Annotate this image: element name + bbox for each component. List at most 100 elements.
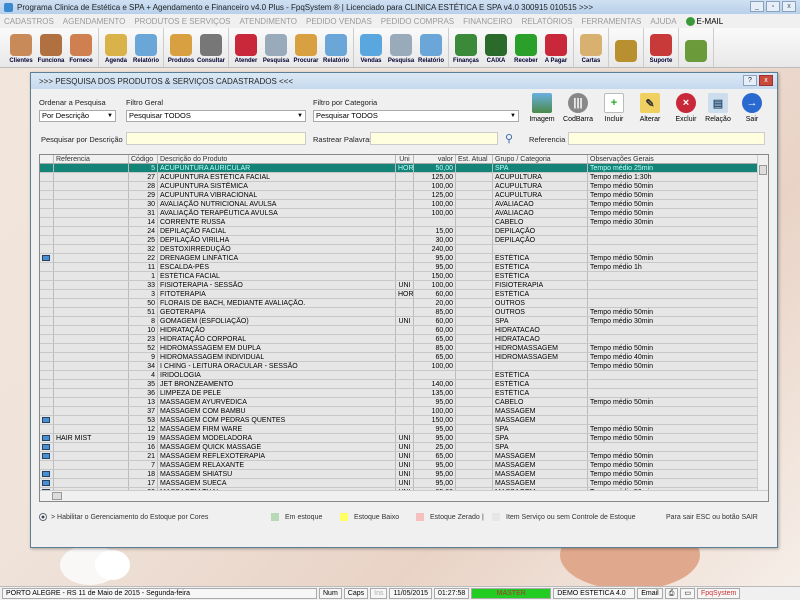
toolbar-button[interactable]: Vendas — [356, 28, 386, 67]
table-row[interactable]: HAIR MIST 19 MASSAGEM MODELADORA UNI 95,00 SP… — [40, 434, 768, 443]
table-row[interactable]: 25 DEPILAÇÃO VIRILHA 30,00 DEPILAÇÃO — [40, 236, 768, 245]
order-select[interactable]: Por Descrição ▼ — [39, 110, 116, 122]
table-row[interactable]: 16 MASSAGEM QUICK MASSAGE UNI 25,00 SPA — [40, 443, 768, 452]
table-row[interactable]: 32 DESTOXIRREDUÇÃO 240,00 — [40, 245, 768, 254]
menu-item[interactable]: PRODUTOS E SERVIÇOS — [134, 17, 230, 26]
toolbar-button[interactable]: Fornece — [66, 28, 96, 67]
column-header[interactable]: Grupo / Categoria — [493, 155, 588, 163]
toolbar-button[interactable]: Relatório — [416, 28, 446, 67]
toolbar-button[interactable]: Relatório — [321, 28, 351, 67]
toolbar-button[interactable]: Pesquisa — [386, 28, 416, 67]
table-row[interactable]: 34 I CHING - LEITURA ORACULAR - SESSÃO 100… — [40, 362, 768, 371]
toolbar-button[interactable]: Consultar — [196, 28, 226, 67]
menu-item-email[interactable]: E-MAIL — [685, 16, 723, 26]
table-row[interactable]: 53 MASSAGEM COM PEDRAS QUENTES 150,00 MASSA… — [40, 416, 768, 425]
stock-colors-toggle[interactable]: > Habilitar o Gerenciamento do Estoque p… — [51, 514, 271, 521]
filter-select[interactable]: Pesquisar TODOS ▼ — [126, 110, 306, 122]
search-desc-input[interactable] — [126, 132, 306, 145]
table-row[interactable]: 37 MASSAGEM COM BAMBU 100,00 MASSAGEM — [40, 407, 768, 416]
column-header[interactable]: Observações Gerais — [588, 155, 758, 163]
table-row[interactable]: 3 FITOTERAPIA HOR 60,00 ESTÉTICA — [40, 290, 768, 299]
network-icon[interactable]: ▭ — [680, 588, 695, 599]
table-row[interactable]: 4 IRIDOLOGIA ESTÉTICA — [40, 371, 768, 380]
table-row[interactable]: 33 FISIOTERAPIA - SESSÃO UNI 100,00 FISIOTER… — [40, 281, 768, 290]
menu-item[interactable]: PEDIDO VENDAS — [306, 17, 372, 26]
table-row[interactable]: 7 MASSAGEM RELAXANTE UNI 95,00 MASSAGEM Tempo… — [40, 461, 768, 470]
table-row[interactable]: 52 HIDROMASSAGEM EM DUPLA 85,00 HIDROMASSAG… — [40, 344, 768, 353]
toolbar-button[interactable] — [681, 28, 711, 67]
table-row[interactable]: 14 CORRENTE RUSSA CABELO Tempo médio 30min — [40, 218, 768, 227]
menu-item[interactable]: PEDIDO COMPRAS — [381, 17, 454, 26]
category-select[interactable]: Pesquisar TODOS ▼ — [313, 110, 519, 122]
toolbar-button[interactable]: Procurar — [291, 28, 321, 67]
report-button[interactable]: ▤ Relação — [701, 93, 735, 123]
toolbar-button[interactable]: Cartas — [576, 28, 606, 67]
image-button[interactable]: Imagem — [525, 93, 559, 123]
vertical-scrollbar[interactable] — [757, 155, 768, 491]
track-words-input[interactable] — [370, 132, 498, 145]
exit-button[interactable]: → Sair — [735, 93, 769, 123]
table-row[interactable]: 31 AVALIAÇÃO TERAPÊUTICA AVULSA 100,00 AVAL… — [40, 209, 768, 218]
menu-item[interactable]: CADASTROS — [4, 17, 54, 26]
toolbar-button[interactable]: Receber — [511, 28, 541, 67]
table-row[interactable]: 23 HIDRATAÇÃO CORPORAL 65,00 HIDRATACAO — [40, 335, 768, 344]
maximize-button[interactable]: ▫ — [766, 1, 780, 12]
scroll-thumb[interactable] — [52, 492, 62, 500]
add-button[interactable]: + Incluir — [597, 93, 631, 123]
table-row[interactable]: 10 HIDRATAÇÃO 60,00 HIDRATACAO — [40, 326, 768, 335]
column-header[interactable]: valor — [414, 155, 456, 163]
delete-button[interactable]: × Excluir — [669, 93, 703, 123]
edit-button[interactable]: ✎ Alterar — [633, 93, 667, 123]
table-row[interactable]: 29 ACUPUNTURA VIBRACIONAL 125,00 ACUPULTURA… — [40, 191, 768, 200]
toolbar-button[interactable]: Clientes — [6, 28, 36, 67]
table-row[interactable]: 17 MASSAGEM SUECA UNI 95,00 MASSAGEM Tempo mé… — [40, 479, 768, 488]
menu-item[interactable]: RELATÓRIOS — [521, 17, 572, 26]
table-row[interactable]: 28 ACUPUNTURA SISTÊMICA 100,00 ACUPULTURA Te… — [40, 182, 768, 191]
toolbar-button[interactable]: Agenda — [101, 28, 131, 67]
toolbar-button[interactable]: Relatório — [131, 28, 161, 67]
table-row[interactable]: 22 DRENAGEM LINFÁTICA 95,00 ESTÉTICA Tempo m… — [40, 254, 768, 263]
reference-input[interactable] — [568, 132, 765, 145]
toolbar-button[interactable] — [611, 28, 641, 67]
status-email[interactable]: Email — [637, 588, 663, 599]
minimize-button[interactable]: _ — [750, 1, 764, 12]
column-header[interactable]: Código — [129, 155, 158, 163]
dialog-close-button[interactable]: x — [759, 75, 773, 86]
table-row[interactable]: 21 MASSAGEM REFLEXOTERAPIA UNI 65,00 MASSAGE… — [40, 452, 768, 461]
column-header[interactable]: Referencia — [54, 155, 129, 163]
table-row[interactable]: 9 HIDROMASSAGEM INDIVIDUAL 65,00 HIDROMASSA… — [40, 353, 768, 362]
menu-item[interactable]: AGENDAMENTO — [63, 17, 126, 26]
table-row[interactable]: 36 LIMPEZA DE PELE 135,00 ESTÉTICA — [40, 389, 768, 398]
toolbar-button[interactable]: Funciona — [36, 28, 66, 67]
column-header[interactable]: Descrição do Produto — [158, 155, 396, 163]
toolbar-button[interactable]: Finanças — [451, 28, 481, 67]
table-row[interactable]: 11 ESCALDA-PÉS 95,00 ESTÉTICA Tempo médio 1h — [40, 263, 768, 272]
toolbar-button[interactable]: Produtos — [166, 28, 196, 67]
column-header[interactable]: Est. Atual — [456, 155, 493, 163]
toolbar-button[interactable]: Suporte — [646, 28, 676, 67]
barcode-button[interactable]: ||| CodBarra — [561, 93, 595, 123]
toolbar-button[interactable]: Atender — [231, 28, 261, 67]
menu-item[interactable]: AJUDA — [650, 17, 676, 26]
menu-item[interactable]: ATENDIMENTO — [240, 17, 297, 26]
menu-item[interactable]: FERRAMENTAS — [581, 17, 641, 26]
table-row[interactable]: 5 ACUPUNTURA AURICULAR HOR 50,00 SPA Tempo mé… — [40, 164, 768, 173]
toolbar-button[interactable]: Pesquisa — [261, 28, 291, 67]
table-row[interactable]: 27 ACUPUNTURA ESTÉTICA FACIAL 125,00 ACUPUL… — [40, 173, 768, 182]
menu-item[interactable]: FINANCEIRO — [463, 17, 512, 26]
toolbar-button[interactable]: CAIXA — [481, 28, 511, 67]
toolbar-button[interactable]: A Pagar — [541, 28, 571, 67]
printer-icon[interactable]: ⎙ — [664, 588, 679, 599]
search-icon[interactable]: ⚲ — [505, 132, 513, 145]
table-row[interactable]: 50 FLORAIS DE BACH, MEDIANTE AVALIAÇÃO. 20… — [40, 299, 768, 308]
table-row[interactable]: 18 MASSAGEM SHIATSU UNI 95,00 MASSAGEM Tempo … — [40, 470, 768, 479]
horizontal-scrollbar[interactable] — [40, 490, 768, 501]
table-row[interactable]: 30 AVALIAÇÃO NUTRICIONAL AVULSA 100,00 AVAL… — [40, 200, 768, 209]
table-row[interactable]: 13 MASSAGEM AYURVÉDICA 95,00 CABELO Tempo mé… — [40, 398, 768, 407]
table-row[interactable]: 35 JET BRONZEAMENTO 140,00 ESTÉTICA — [40, 380, 768, 389]
close-button[interactable]: x — [782, 1, 796, 12]
radio-icon[interactable] — [39, 513, 47, 521]
help-button[interactable]: ? — [743, 75, 757, 86]
table-row[interactable]: 12 MASSAGEM FIRM WARE 95,00 SPA Tempo médio … — [40, 425, 768, 434]
table-row[interactable]: 8 GOMAGEM (ESFOLIAÇÃO) UNI 60,00 SPA Tempo mé… — [40, 317, 768, 326]
